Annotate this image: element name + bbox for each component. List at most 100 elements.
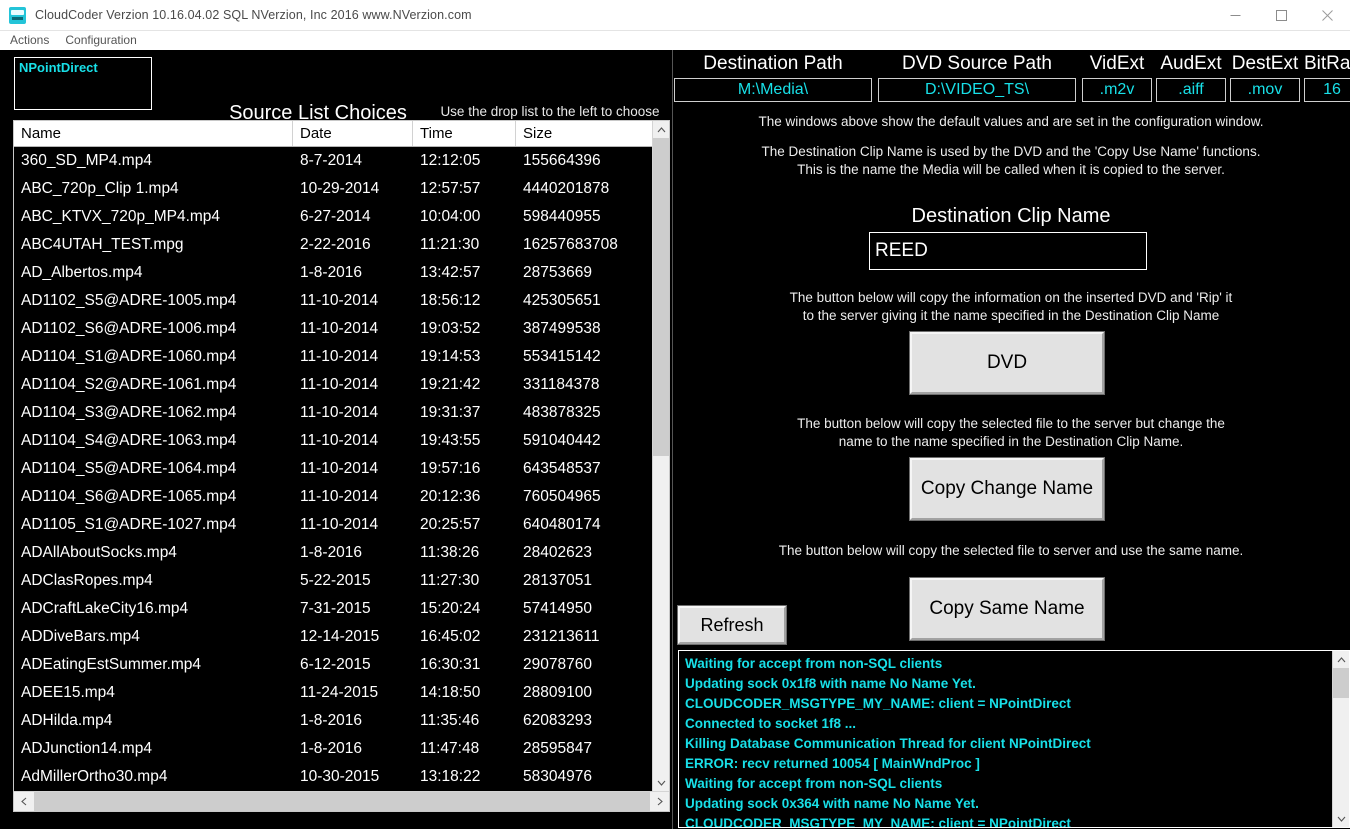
menu-item-configuration[interactable]: Configuration [57, 31, 144, 50]
copy-change-name-button[interactable]: Copy Change Name [910, 458, 1104, 520]
column-header-size[interactable]: Size [516, 121, 656, 146]
menu-item-actions[interactable]: Actions [2, 31, 57, 50]
copy-same-name-button[interactable]: Copy Same Name [910, 578, 1104, 640]
cell-size: 57414950 [523, 600, 592, 617]
table-row[interactable]: ADJunction14.mp4 1-8-2016 11:47:48 28595847 [14, 735, 669, 763]
table-row[interactable]: AD1104_S3@ADRE-1062.mp4 11-10-2014 19:31:3… [14, 399, 669, 427]
chevron-down-icon[interactable] [653, 774, 669, 791]
header-bit-rate: BitRate [1304, 53, 1350, 74]
header-dvd-source-path: DVD Source Path [902, 53, 1052, 74]
header-vid-ext: VidExt [1089, 53, 1145, 74]
dvd-button[interactable]: DVD [910, 332, 1104, 394]
cell-size: 553415142 [523, 348, 601, 365]
table-row[interactable]: AD1102_S5@ADRE-1005.mp4 11-10-2014 18:56:1… [14, 287, 669, 315]
table-row[interactable]: 360_SD_MP4.mp4 8-7-2014 12:12:05 155664396 [14, 147, 669, 175]
file-list-scroll-thumb[interactable] [653, 138, 669, 456]
table-row[interactable]: AD1105_S1@ADRE-1027.mp4 11-10-2014 20:25:5… [14, 511, 669, 539]
table-row[interactable]: ADHilda.mp4 1-8-2016 11:35:46 62083293 [14, 707, 669, 735]
file-list-horizontal-scrollbar[interactable] [14, 791, 669, 811]
table-row[interactable]: ABC4UTAH_TEST.mpg 2-22-2016 11:21:30 162576… [14, 231, 669, 259]
right-pane: Destination Path DVD Source Path VidExt … [672, 50, 1350, 829]
cell-date: 11-10-2014 [300, 516, 379, 533]
chevron-up-icon[interactable] [653, 121, 669, 138]
menu-bar: Actions Configuration [0, 31, 1350, 50]
table-row[interactable]: AD1104_S5@ADRE-1064.mp4 11-10-2014 19:57:1… [14, 455, 669, 483]
chevron-right-icon[interactable] [650, 792, 669, 811]
table-row[interactable]: AD1102_S6@ADRE-1006.mp4 11-10-2014 19:03:5… [14, 315, 669, 343]
table-row[interactable]: ADClasRopes.mp4 5-22-2015 11:27:30 28137051 [14, 567, 669, 595]
column-header-date[interactable]: Date [293, 121, 413, 146]
table-row[interactable]: ABC_KTVX_720p_MP4.mp4 6-27-2014 10:04:00 59… [14, 203, 669, 231]
cell-time: 10:04:00 [420, 208, 481, 225]
cell-time: 19:31:37 [420, 404, 481, 421]
maximize-icon[interactable] [1258, 0, 1304, 31]
cell-date: 1-8-2016 [300, 712, 363, 729]
cell-name: AD1104_S4@ADRE-1063.mp4 [21, 432, 237, 449]
column-header-name[interactable]: Name [14, 121, 293, 146]
table-row[interactable]: AD_Albertos.mp4 1-8-2016 13:42:57 28753669 [14, 259, 669, 287]
log-line: Waiting for accept from non-SQL clients [685, 776, 943, 791]
file-list-hscroll-thumb[interactable] [34, 792, 650, 811]
cell-size: 28753669 [523, 264, 592, 281]
cell-date: 10-29-2014 [300, 180, 380, 197]
chevron-up-icon[interactable] [1333, 651, 1349, 668]
table-row[interactable]: ADEE15.mp4 11-24-2015 14:18:50 28809100 [14, 679, 669, 707]
column-header-time[interactable]: Time [413, 121, 516, 146]
chevron-left-icon[interactable] [14, 792, 34, 811]
cell-name: AD1104_S5@ADRE-1064.mp4 [21, 460, 237, 477]
cell-time: 20:12:36 [420, 488, 481, 505]
table-row[interactable]: AdMillerOrtho30.mp4 10-30-2015 13:18:22 583… [14, 763, 669, 791]
table-row[interactable]: ADDiveBars.mp4 12-14-2015 16:45:02 23121361… [14, 623, 669, 651]
cell-date: 1-8-2016 [300, 740, 363, 757]
cell-size: 387499538 [523, 320, 601, 337]
main-body: NPointDirect Source List Choices Archive… [0, 50, 1350, 829]
cell-date: 12-14-2015 [300, 628, 380, 645]
cell-size: 62083293 [523, 712, 592, 729]
cell-name: ADJunction14.mp4 [21, 740, 152, 757]
close-icon[interactable] [1304, 0, 1350, 31]
window-title: CloudCoder Verzion 10.16.04.02 SQL NVerz… [35, 8, 472, 22]
cell-date: 10-30-2015 [300, 768, 380, 785]
value-dest-ext: .mov [1230, 78, 1300, 102]
file-list-rows: 360_SD_MP4.mp4 8-7-2014 12:12:05 155664396 A… [14, 147, 669, 811]
cell-name: AD_Albertos.mp4 [21, 264, 143, 281]
table-row[interactable]: AD1104_S2@ADRE-1061.mp4 11-10-2014 19:21:4… [14, 371, 669, 399]
log-scroll-thumb[interactable] [1333, 668, 1349, 698]
cell-size: 28137051 [523, 572, 592, 589]
destination-clip-name-label: Destination Clip Name [911, 205, 1111, 227]
chevron-down-icon[interactable] [1333, 810, 1349, 827]
table-row[interactable]: ADAllAboutSocks.mp4 1-8-2016 11:38:26 28402… [14, 539, 669, 567]
table-row[interactable]: AD1104_S4@ADRE-1063.mp4 11-10-2014 19:43:5… [14, 427, 669, 455]
file-list-vertical-scrollbar[interactable] [652, 121, 669, 791]
refresh-button[interactable]: Refresh [678, 606, 786, 644]
table-row[interactable]: AD1104_S1@ADRE-1060.mp4 11-10-2014 19:14:5… [14, 343, 669, 371]
header-dest-ext: DestExt [1231, 53, 1299, 74]
table-row[interactable]: ABC_720p_Clip 1.mp4 10-29-2014 12:57:57 444… [14, 175, 669, 203]
cell-date: 11-10-2014 [300, 292, 379, 309]
cell-name: ABC4UTAH_TEST.mpg [21, 236, 184, 253]
cell-name: ADEE15.mp4 [21, 684, 115, 701]
cell-time: 12:12:05 [420, 152, 481, 169]
client-name-box: NPointDirect [14, 57, 152, 110]
log-line: ERROR: recv returned 10054 [ MainWndProc… [685, 756, 980, 771]
value-dvd-source-path: D:\VIDEO_TS\ [878, 78, 1076, 102]
cell-size: 483878325 [523, 404, 601, 421]
cell-size: 760504965 [523, 488, 601, 505]
cell-name: ABC_KTVX_720p_MP4.mp4 [21, 208, 221, 225]
table-row[interactable]: ADEatingEstSummer.mp4 6-12-2015 16:30:31 29… [14, 651, 669, 679]
log-line: CLOUDCODER_MSGTYPE_MY_NAME: client = NPo… [685, 816, 1071, 828]
destination-clip-name-input[interactable]: REED [869, 232, 1147, 270]
cell-name: AD1104_S1@ADRE-1060.mp4 [21, 348, 237, 365]
cell-size: 155664396 [523, 152, 601, 169]
file-list-header-row: Name Date Time Size [14, 121, 669, 147]
note-same-name: The button below will copy the selected … [778, 543, 1244, 558]
note-defaults: The windows above show the default value… [758, 114, 1264, 129]
minimize-icon[interactable] [1212, 0, 1258, 31]
table-row[interactable]: AD1104_S6@ADRE-1065.mp4 11-10-2014 20:12:3… [14, 483, 669, 511]
header-aud-ext: AudExt [1160, 53, 1222, 74]
table-row[interactable]: ADCraftLakeCity16.mp4 7-31-2015 15:20:24 57… [14, 595, 669, 623]
log-vertical-scrollbar[interactable] [1332, 651, 1349, 827]
cell-size: 425305651 [523, 292, 601, 309]
cell-size: 640480174 [523, 516, 601, 533]
cell-size: 231213611 [523, 628, 600, 645]
